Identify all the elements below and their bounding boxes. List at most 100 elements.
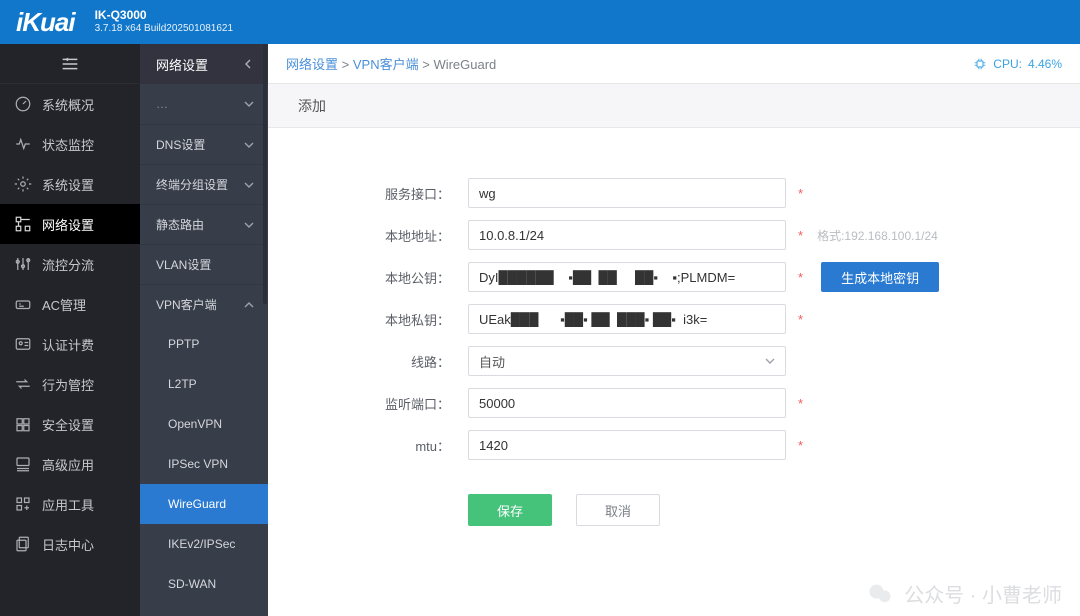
chevron-down-icon xyxy=(244,220,254,230)
wifi-icon xyxy=(14,295,32,313)
chevron-up-icon xyxy=(244,300,254,310)
nav1-label: 安全设置 xyxy=(42,415,94,434)
nav2-label: IKEv2/IPSec xyxy=(168,537,235,551)
nav1-label: 系统设置 xyxy=(42,175,94,194)
collapse-toggle[interactable] xyxy=(0,44,140,84)
input-local-privkey[interactable] xyxy=(468,304,786,334)
nav1-network[interactable]: 网络设置 xyxy=(0,204,140,244)
activity-icon xyxy=(14,135,32,153)
nav1-label: 网络设置 xyxy=(42,215,94,234)
chevron-left-icon[interactable] xyxy=(244,59,254,69)
input-local-addr[interactable] xyxy=(468,220,786,250)
nav1-logs[interactable]: 日志中心 xyxy=(0,524,140,564)
cpu-value: 4.46% xyxy=(1028,57,1062,71)
save-button[interactable]: 保存 xyxy=(468,494,552,526)
nav2-ipsec[interactable]: IPSec VPN xyxy=(140,444,268,484)
nav2-sdwan[interactable]: SD-WAN xyxy=(140,564,268,604)
nav2-label: VPN客户端 xyxy=(156,296,217,313)
sliders-icon xyxy=(14,255,32,273)
input-local-pubkey[interactable] xyxy=(468,262,786,292)
cancel-button[interactable]: 取消 xyxy=(576,494,660,526)
input-listen-port[interactable] xyxy=(468,388,786,418)
nav2-title-text: 网络设置 xyxy=(156,55,208,74)
id-icon xyxy=(14,335,32,353)
nav2-label: PPTP xyxy=(168,337,199,351)
input-mtu[interactable] xyxy=(468,430,786,460)
label-listen-port: 监听端口： xyxy=(268,394,468,413)
nav2-l2tp[interactable]: L2TP xyxy=(140,364,268,404)
nav1-behavior[interactable]: 行为管控 xyxy=(0,364,140,404)
label-local-pubkey: 本地公钥： xyxy=(268,268,468,287)
nav2-label: SD-WAN xyxy=(168,577,216,591)
cpu-label: CPU: xyxy=(993,57,1022,71)
nav2-vlan[interactable]: VLAN设置 xyxy=(140,244,268,284)
nav2-label: OpenVPN xyxy=(168,417,222,431)
nav2-vpn-client[interactable]: VPN客户端 xyxy=(140,284,268,324)
primary-nav: 系统概况 状态监控 系统设置 网络设置 流控分流 AC管理 认证计费 行为管控 … xyxy=(0,44,140,616)
label-mtu: mtu： xyxy=(268,436,468,455)
watermark-text: 公众号 · 小曹老师 xyxy=(904,579,1062,608)
required-mark: * xyxy=(798,396,803,411)
nav1-status[interactable]: 状态监控 xyxy=(0,124,140,164)
nav1-overview[interactable]: 系统概况 xyxy=(0,84,140,124)
nav2-label: VLAN设置 xyxy=(156,256,211,273)
nav2-label: IPSec VPN xyxy=(168,457,228,471)
nav1-security[interactable]: 安全设置 xyxy=(0,404,140,444)
shield-icon xyxy=(14,415,32,433)
scrollbar[interactable] xyxy=(263,44,267,304)
device-model: IK-Q3000 xyxy=(95,9,233,23)
nav2-wireguard[interactable]: WireGuard xyxy=(140,484,268,524)
nav2-pptp[interactable]: PPTP xyxy=(140,324,268,364)
nav2-dns[interactable]: DNS设置 xyxy=(140,124,268,164)
firmware-build: 3.7.18 x64 Build202501081621 xyxy=(95,23,233,35)
nav1-system[interactable]: 系统设置 xyxy=(0,164,140,204)
nav2-label: WireGuard xyxy=(168,497,226,511)
select-line[interactable]: 自动 xyxy=(468,346,786,376)
chevron-down-icon xyxy=(244,99,254,109)
nav2-terminal-group[interactable]: 终端分组设置 xyxy=(140,164,268,204)
required-mark: * xyxy=(798,312,803,327)
nav2-openvpn[interactable]: OpenVPN xyxy=(140,404,268,444)
secondary-nav: 网络设置 … DNS设置 终端分组设置 静态路由 VLAN设置 VPN客户端 P… xyxy=(140,44,268,616)
gauge-icon xyxy=(14,95,32,113)
page-title: 添加 xyxy=(268,84,1080,128)
chevron-down-icon xyxy=(244,180,254,190)
nav1-label: 流控分流 xyxy=(42,255,94,274)
header-info: IK-Q3000 3.7.18 x64 Build202501081621 xyxy=(95,9,233,34)
nav1-label: 认证计费 xyxy=(42,335,94,354)
network-icon xyxy=(14,215,32,233)
brand-logo: iKuai xyxy=(16,7,75,38)
nav2-label: 静态路由 xyxy=(156,216,204,233)
nav2-ikev2[interactable]: IKEv2/IPSec xyxy=(140,524,268,564)
crumb-vpnclient[interactable]: VPN客户端 xyxy=(353,57,419,72)
nav2-label: 终端分组设置 xyxy=(156,176,228,193)
nav1-label: 高级应用 xyxy=(42,455,94,474)
required-mark: * xyxy=(798,228,803,243)
nav1-advanced[interactable]: 高级应用 xyxy=(0,444,140,484)
nav1-auth[interactable]: 认证计费 xyxy=(0,324,140,364)
swap-icon xyxy=(14,375,32,393)
gear-icon xyxy=(14,175,32,193)
nav2-static-route[interactable]: 静态路由 xyxy=(140,204,268,244)
select-line-value: 自动 xyxy=(479,352,505,371)
copy-icon xyxy=(14,535,32,553)
generate-key-button[interactable]: 生成本地密钥 xyxy=(821,262,939,292)
nav2-label: L2TP xyxy=(168,377,197,391)
nav2-item-trunc[interactable]: … xyxy=(140,84,268,124)
input-service-if[interactable] xyxy=(468,178,786,208)
nav1-label: 行为管控 xyxy=(42,375,94,394)
nav1-label: 系统概况 xyxy=(42,95,94,114)
nav1-label: 应用工具 xyxy=(42,495,94,514)
crumb-network[interactable]: 网络设置 xyxy=(286,57,338,72)
nav1-tools[interactable]: 应用工具 xyxy=(0,484,140,524)
watermark: 公众号 · 小曹老师 xyxy=(866,579,1062,608)
nav2-title: 网络设置 xyxy=(140,44,268,84)
main-panel: 网络设置 > VPN客户端 > WireGuard CPU: 4.46% 添加 … xyxy=(268,44,1080,616)
hint-local-addr: 格式:192.168.100.1/24 xyxy=(817,227,938,244)
cpu-indicator: CPU: 4.46% xyxy=(973,57,1062,71)
nav1-label: 日志中心 xyxy=(42,535,94,554)
required-mark: * xyxy=(798,186,803,201)
breadcrumb: 网络设置 > VPN客户端 > WireGuard CPU: 4.46% xyxy=(268,44,1080,84)
nav1-flow[interactable]: 流控分流 xyxy=(0,244,140,284)
nav1-ac[interactable]: AC管理 xyxy=(0,284,140,324)
